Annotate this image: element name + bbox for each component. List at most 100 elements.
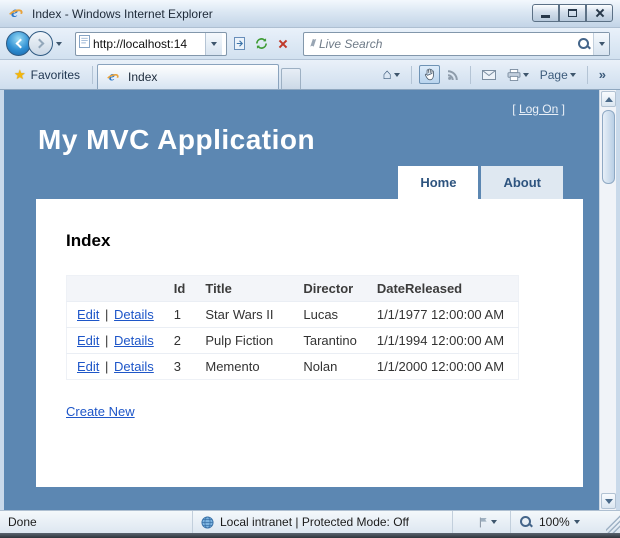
title-cell: Star Wars II [195,302,293,328]
toolbar-overflow-button[interactable]: » [595,65,610,84]
logon-link[interactable]: Log On [519,102,558,116]
status-bar: Done Local intranet | Protected Mode: Of… [0,510,620,533]
col-director: Director [293,276,366,302]
menu-tab-home[interactable]: Home [398,166,478,199]
zoom-icon [519,515,533,529]
movies-table: Id Title Director DateReleased Edit | De… [66,275,519,380]
date-cell: 1/1/1977 12:00:00 AM [367,302,519,328]
page-menu-button[interactable]: Page [536,65,580,85]
title-bar[interactable]: e Index - Windows Internet Explorer [0,0,620,28]
stop-button[interactable] [273,33,293,55]
director-cell: Tarantino [293,328,366,354]
favorites-star-icon: ★ [14,67,26,83]
scroll-up-button[interactable] [601,91,616,107]
arrow-down-icon [605,499,613,504]
tab-favicon: e [106,70,120,84]
hand-tool-button[interactable] [419,65,440,84]
chevron-down-icon [523,73,529,77]
search-box[interactable] [303,32,610,56]
col-actions [67,276,164,302]
details-link[interactable]: Details [114,333,154,348]
table-row: Edit | Details 2 Pulp Fiction Tarantino … [67,328,519,354]
feeds-button[interactable] [443,66,463,84]
chevron-down-icon [211,42,217,46]
address-input[interactable] [93,37,205,51]
compatibility-icon [234,37,245,50]
divider [470,66,471,84]
resize-grip[interactable] [606,511,620,533]
search-input[interactable] [319,37,577,51]
new-tab-button[interactable] [281,68,301,89]
forward-button[interactable] [28,31,53,56]
home-icon: ⌂ [383,68,392,81]
zoom-level: 100% [539,515,570,529]
compatibility-view-button[interactable] [229,33,249,55]
link-separator: | [105,359,108,374]
navigation-bar [0,28,620,60]
home-button[interactable]: ⌂ [379,65,404,84]
chevron-down-icon [599,42,605,46]
content-box: Index Id Title Director DateReleased Edi… [36,199,583,487]
actions-cell: Edit | Details [67,354,164,380]
director-cell: Nolan [293,354,366,380]
mail-icon [482,70,496,80]
close-icon [595,8,605,18]
favorites-label: Favorites [31,68,80,82]
chevron-down-icon [491,520,497,524]
minimize-button[interactable] [532,4,559,22]
security-status-button[interactable] [466,511,510,533]
id-cell: 2 [164,328,196,354]
page-heading: Index [66,231,553,251]
forward-arrow-icon [34,39,44,49]
date-cell: 1/1/1994 12:00:00 AM [367,328,519,354]
divider [411,66,412,84]
details-link[interactable]: Details [114,307,154,322]
edit-link[interactable]: Edit [77,359,99,374]
scroll-thumb[interactable] [602,110,615,184]
refresh-icon [255,37,268,50]
logon-area: [ Log On ] [4,90,599,116]
favorites-bar: ★ Favorites e Index ⌂ [0,60,620,90]
read-mail-button[interactable] [478,67,500,83]
address-bar[interactable] [75,32,227,56]
ie-logo-icon: e [8,5,25,22]
refresh-button[interactable] [251,33,271,55]
col-title: Title [195,276,293,302]
create-new-link[interactable]: Create New [66,404,135,419]
details-link[interactable]: Details [114,359,154,374]
actions-cell: Edit | Details [67,302,164,328]
col-datereleased: DateReleased [367,276,519,302]
close-button[interactable] [586,4,613,22]
title-cell: Memento [195,354,293,380]
page-icon [79,35,90,53]
chevron-down-icon [394,73,400,77]
zone-text: Local intranet | Protected Mode: Off [220,515,409,529]
col-id: Id [164,276,196,302]
print-button[interactable] [503,66,533,84]
table-row: Edit | Details 1 Star Wars II Lucas 1/1/… [67,302,519,328]
window-title: Index - Windows Internet Explorer [32,7,213,21]
search-dropdown[interactable] [593,33,609,55]
security-zone: Local intranet | Protected Mode: Off [192,511,452,533]
maximize-button[interactable] [559,4,586,22]
favorites-button[interactable]: ★ Favorites [6,64,88,86]
maximize-icon [568,9,577,17]
printer-icon [507,69,521,81]
vertical-scrollbar[interactable] [599,90,616,510]
id-cell: 1 [164,302,196,328]
id-cell: 3 [164,354,196,380]
scroll-down-button[interactable] [601,493,616,509]
command-bar: ⌂ Page » [379,65,614,85]
search-icon[interactable] [577,37,591,51]
edit-link[interactable]: Edit [77,333,99,348]
chevron-down-icon [570,73,576,77]
zoom-control[interactable]: 100% [510,511,606,533]
menu-tab-about[interactable]: About [481,166,563,199]
live-search-logo-icon [308,35,319,53]
tab-index[interactable]: e Index [97,64,279,89]
recent-pages-dropdown[interactable] [53,38,65,50]
app-title: My MVC Application [38,124,599,156]
page-content: [ Log On ] My MVC Application Home About… [4,90,599,510]
edit-link[interactable]: Edit [77,307,99,322]
address-dropdown[interactable] [205,33,222,55]
